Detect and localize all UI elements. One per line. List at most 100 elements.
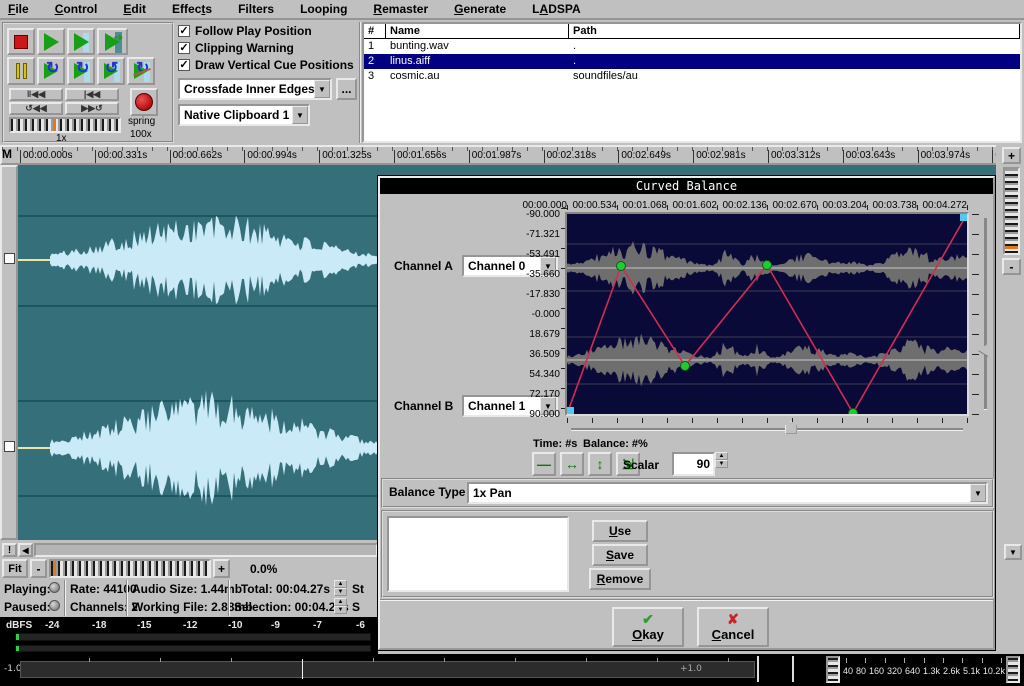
dbfs-tick: -7 [313, 620, 322, 631]
graph-x-tick: 00:02.670 [771, 200, 817, 211]
scalar-spinner[interactable]: 90 ▲▼ [672, 452, 728, 476]
frequency-tick: 320 [887, 666, 902, 676]
crossfade-more-button[interactable]: ... [336, 78, 357, 100]
stretch-horizontal-button[interactable]: ↔ [560, 452, 584, 476]
jump-back-button[interactable]: ↺◀◀ [9, 102, 63, 115]
use-button[interactable]: Use [592, 520, 648, 542]
menu-item-remaster[interactable]: Remaster [373, 2, 428, 16]
alert-button[interactable]: ! [2, 543, 17, 557]
shuttle-slider[interactable] [9, 117, 121, 133]
checkbox-icon[interactable]: ✓ [178, 42, 190, 54]
menu-item-edit[interactable]: Edit [123, 2, 146, 16]
loaded-files-list: #NamePath1bunting.wav.2linus.aiff.3cosmi… [362, 22, 1022, 143]
jump-forward-button[interactable]: ▶▶↺ [65, 102, 119, 115]
channel-2-select-checkbox[interactable] [4, 441, 15, 452]
graph-vertical-slider[interactable] [984, 218, 987, 410]
pause-button[interactable] [7, 57, 35, 85]
save-button[interactable]: Save [592, 544, 648, 566]
loop-play-button-2[interactable]: ↻ [67, 57, 95, 85]
crossfade-select[interactable]: Crossfade Inner Edges ▼ [178, 78, 332, 100]
loop-play-button-3[interactable]: ↺ [97, 57, 125, 85]
scalar-up-icon[interactable]: ▲ [715, 452, 728, 460]
menu-item-filters[interactable]: Filters [238, 2, 274, 16]
vertical-zoom-slider[interactable] [1003, 167, 1020, 255]
checkbox-icon[interactable]: ✓ [178, 25, 190, 37]
play-button[interactable] [37, 28, 65, 55]
channel-1-select-checkbox[interactable] [4, 253, 15, 264]
zoom-in-button[interactable]: + [213, 559, 230, 578]
clipboard-select[interactable]: Native Clipboard 1 ▼ [178, 104, 310, 126]
ruler-mode-label[interactable]: M [2, 147, 17, 163]
skip-back-pause-button[interactable]: ‖◀◀ [9, 88, 63, 101]
dbfs-tick: -12 [183, 620, 197, 631]
menu-item-ladspa[interactable]: LADSPA [532, 2, 580, 16]
menu-item-looping[interactable]: Looping [300, 2, 347, 16]
stop-button[interactable] [7, 28, 35, 55]
flatten-curve-button[interactable]: — [532, 452, 556, 476]
dialog-title[interactable]: Curved Balance [380, 178, 993, 194]
checkbox-label: Draw Vertical Cue Positions [195, 58, 354, 72]
cancel-button[interactable]: ✘ Cancel [697, 607, 769, 647]
total-spinner[interactable]: ▲▼ [334, 580, 347, 596]
preset-listbox[interactable] [387, 516, 569, 592]
menu-item-control[interactable]: Control [55, 2, 98, 16]
file-row-cosmic.au[interactable]: 3cosmic.ausoundfiles/au [364, 69, 1020, 84]
transport-panel: ➜ ↻ ↻ ↺ ↻ ‖◀◀|◀◀↺◀◀▶▶↺ [2, 22, 174, 143]
checkbox-draw-vertical-cue-positions[interactable]: ✓ Draw Vertical Cue Positions [178, 58, 354, 72]
rezound-window: File Control Edit Effects Filters Looping Rema… [0, 0, 1024, 686]
remove-button[interactable]: Remove [589, 568, 651, 590]
menu-item-generate[interactable]: Generate [454, 2, 506, 16]
level-meter-right [14, 644, 372, 653]
play-from-cursor-button[interactable]: ➜ [97, 28, 128, 55]
right-column: + - ▼ [996, 145, 1024, 654]
analyzer-left-slider[interactable] [826, 656, 840, 683]
checkbox-clipping-warning[interactable]: ✓Clipping Warning [178, 41, 294, 55]
scalar-down-icon[interactable]: ▼ [715, 460, 728, 468]
okay-button[interactable]: ✔ Okay [612, 607, 684, 647]
graph-horizontal-slider-thumb[interactable] [785, 421, 797, 434]
dbfs-tick: -24 [45, 620, 59, 631]
stretch-vertical-button[interactable]: ↕ [588, 452, 612, 476]
position-bar[interactable] [20, 661, 755, 678]
zoom-out-button[interactable]: - [30, 559, 47, 578]
file-row-linus.aiff[interactable]: 2linus.aiff. [364, 54, 1020, 69]
graph-vertical-slider-thumb[interactable] [978, 344, 988, 356]
selection-spinner[interactable]: ▲▼ [334, 598, 347, 614]
horizontal-scrollbar[interactable] [34, 543, 378, 557]
ruler-tick: 00:01.656s [394, 150, 447, 164]
audio-size-value: Audio Size: 1.44mb [132, 582, 242, 596]
graph-x-tick: 00:01.068 [621, 200, 667, 211]
range-min-label: -1.0 [4, 664, 22, 674]
vertical-zoom-out-button[interactable]: - [1002, 258, 1021, 275]
dbfs-tick: -15 [137, 620, 151, 631]
balance-type-select[interactable]: 1x Pan ▼ [467, 482, 988, 504]
scroll-down-button[interactable]: ▼ [1004, 544, 1022, 560]
menu-item-file[interactable]: File [8, 2, 29, 16]
zoom-slider[interactable] [49, 559, 211, 578]
scroll-left-button[interactable]: ◀ [18, 543, 33, 557]
checkbox-label: Follow Play Position [195, 24, 312, 38]
menu-bar: File Control Edit Effects Filters Looping Rema… [0, 0, 1024, 20]
play-selection-button[interactable] [67, 28, 95, 55]
graph-horizontal-slider[interactable] [571, 428, 963, 431]
curved-balance-dialog: Curved Balance Channel A Channel 0 ▼ Cha… [378, 176, 995, 650]
chevron-down-icon[interactable]: ▼ [970, 484, 986, 502]
checkbox-follow-play-position[interactable]: ✓ Follow Play Position [178, 24, 312, 38]
loop-play-button-1[interactable]: ↻ [37, 57, 65, 85]
record-button[interactable] [130, 88, 158, 116]
chevron-down-icon[interactable]: ▼ [314, 80, 330, 98]
chevron-down-icon[interactable]: ▼ [292, 106, 308, 124]
checkbox-icon[interactable]: ✓ [178, 59, 190, 71]
skip-to-start-button[interactable]: |◀◀ [65, 88, 119, 101]
menu-item-effects[interactable]: Effects [172, 2, 212, 16]
balance-curve-graph[interactable] [565, 212, 969, 416]
scalar-value[interactable]: 90 [672, 452, 715, 476]
zoom-position-mark [53, 561, 56, 576]
fit-button[interactable]: Fit [2, 559, 28, 578]
analyzer-right-slider[interactable] [1006, 656, 1020, 683]
vertical-zoom-in-button[interactable]: + [1002, 147, 1021, 164]
time-ruler[interactable]: 00:00.000s00:00.331s00:00.662s00:00.994s… [0, 145, 1024, 165]
graph-y-tick: -35.660 [518, 269, 560, 280]
loop-play-button-4[interactable]: ↻ [127, 57, 155, 85]
file-row-bunting.wav[interactable]: 1bunting.wav. [364, 39, 1020, 54]
